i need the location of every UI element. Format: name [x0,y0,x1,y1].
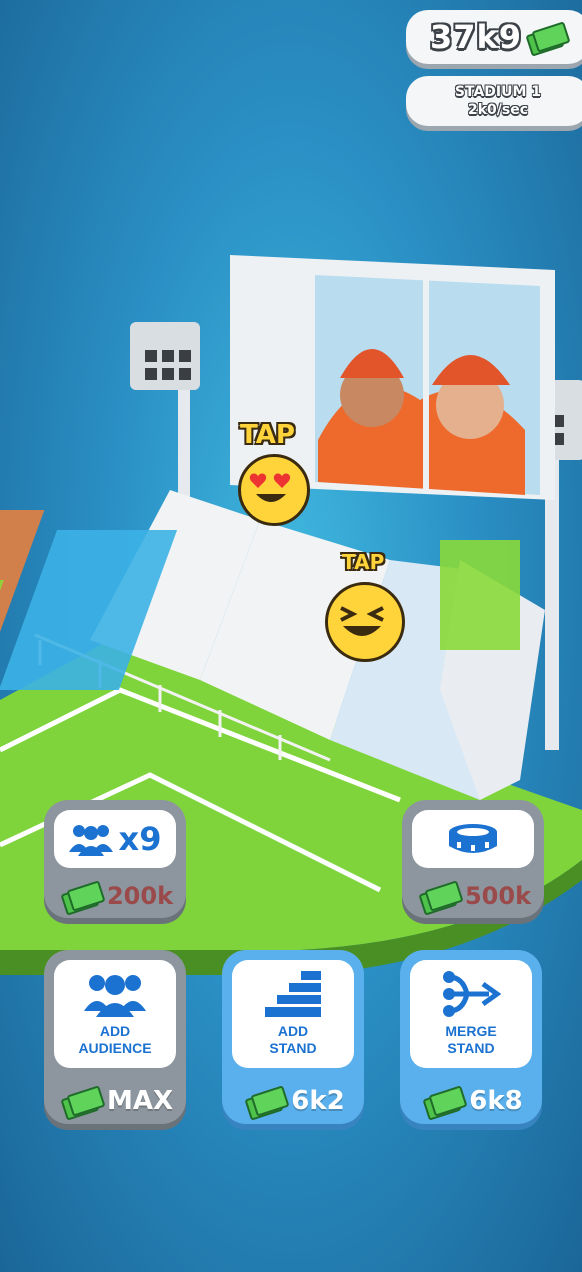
cost-row: 500k [402,882,544,910]
stairs-icon [265,971,321,1017]
cash-icon [63,1088,101,1114]
cost-value: MAX [106,1086,174,1116]
cash-icon [247,1088,285,1114]
audience-multiplier-button[interactable]: x9 200k [44,800,186,918]
cost-row: MAX [44,1086,186,1116]
button-label: ADD [99,1023,131,1039]
button-label: MERGE [445,1023,497,1039]
button-label: AUDIENCE [78,1040,152,1056]
cost-value: 6k8 [469,1086,523,1116]
stadium-upgrade-button[interactable]: 500k [402,800,544,918]
income-rate: 2k0/sec [467,102,529,118]
cash-icon [425,1088,463,1114]
stadium-name: STADIUM 1 [454,84,542,100]
stadium-info: STADIUM 1 2k0/sec [406,76,582,126]
button-label: STAND [447,1040,495,1056]
merge-icon [443,971,501,1017]
crowd-right [440,540,520,650]
heart-eyes-emoji-icon[interactable] [238,454,310,526]
cost-value: 200k [106,882,174,910]
people-icon [84,975,146,1017]
cost-row: 6k2 [222,1086,364,1116]
add-stand-button[interactable]: ADD STAND 6k2 [222,950,364,1124]
cost-row: 200k [44,882,186,910]
cost-value: 500k [464,882,532,910]
cost-value: 6k2 [291,1086,345,1116]
cash-icon [63,883,101,909]
button-label: STAND [269,1040,317,1056]
money-value: 37k9 [429,18,523,56]
tap-label: TAP [342,550,385,574]
button-label: ADD [277,1023,309,1039]
laughing-emoji-icon[interactable] [325,582,405,662]
cash-icon [528,24,566,50]
people-icon [68,825,113,856]
multiplier-value: x9 [118,820,162,858]
cash-icon [421,883,459,909]
cost-row: 6k8 [400,1086,542,1116]
stadium-icon [449,824,497,853]
money-display: 37k9 [406,10,582,64]
tap-label: TAP [240,420,295,450]
floodlight-left [130,322,200,520]
merge-stand-button[interactable]: MERGE STAND 6k8 [400,950,542,1124]
add-audience-button[interactable]: ADD AUDIENCE MAX [44,950,186,1124]
